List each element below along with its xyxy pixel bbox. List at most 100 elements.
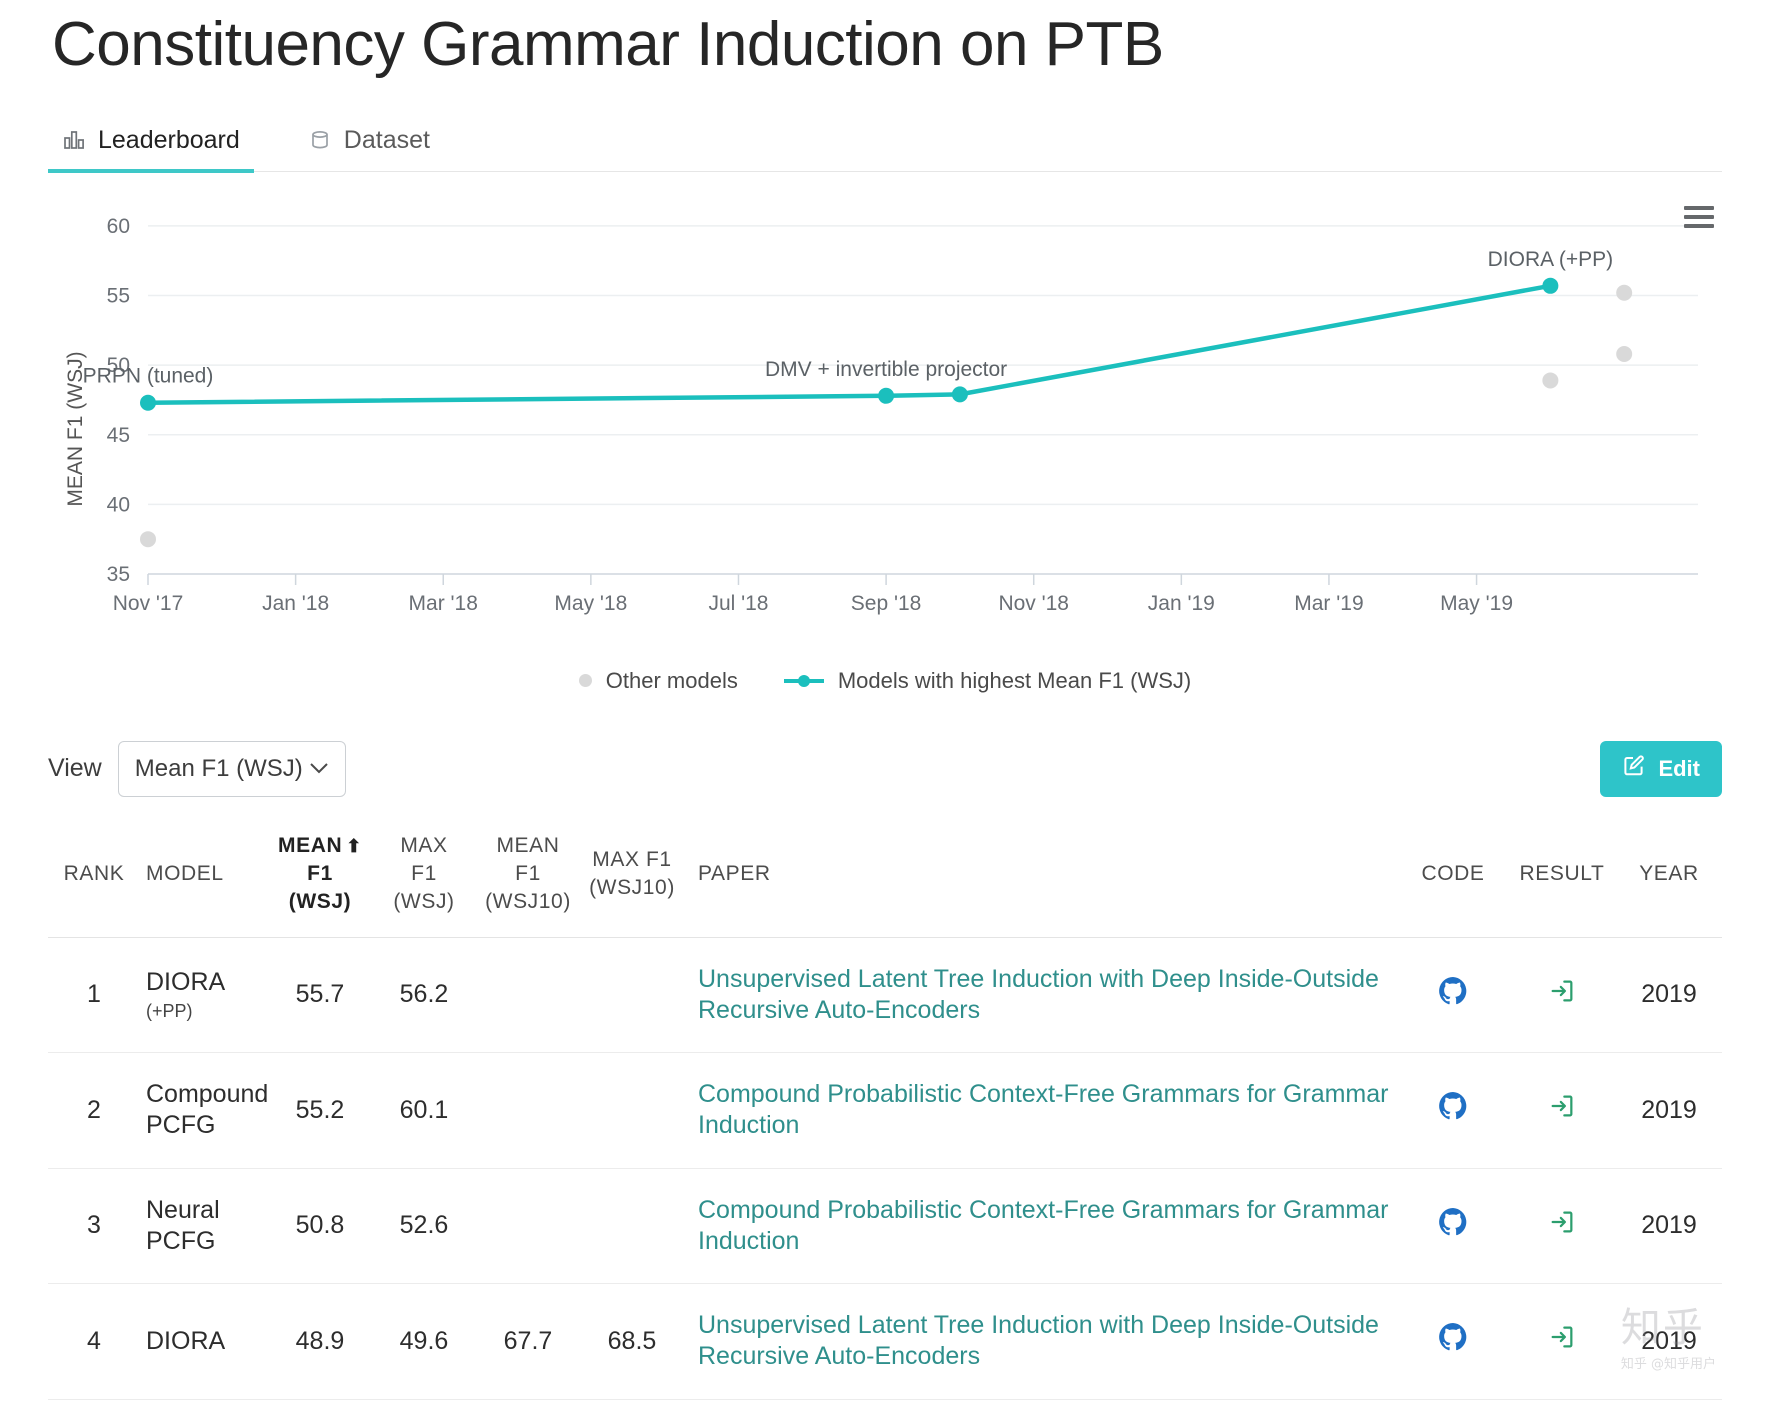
col-header-model[interactable]: MODEL (140, 817, 268, 938)
svg-text:60: 60 (107, 214, 130, 237)
sort-arrow-up-icon: ⬆ (346, 835, 362, 856)
col-header-result[interactable]: RESULT (1508, 817, 1616, 938)
github-icon[interactable] (1438, 976, 1468, 1012)
col-label-code: CODE (1421, 861, 1485, 885)
view-select[interactable]: Mean F1 (WSJ) (117, 740, 346, 797)
table-row: 3 Neural PCFG 50.8 52.6 Compound Probabilist… (48, 1168, 1722, 1285)
svg-text:45: 45 (107, 423, 130, 446)
cell-rank: 2 (48, 1052, 140, 1169)
chart-legend: Other models Models with highest Mean F1… (48, 668, 1722, 694)
cell-max-f1-wsj10: 68.5 (580, 1283, 684, 1400)
col-header-mean-f1-wsj10[interactable]: MEAN F1 (WSJ10) (476, 817, 580, 938)
legend-line-icon (783, 674, 824, 688)
cell-result (1508, 1052, 1616, 1169)
col-label-year: YEAR (1639, 861, 1699, 885)
paper-link[interactable]: Unsupervised Latent Tree Induction with … (698, 965, 1379, 1024)
result-arrow-icon[interactable] (1548, 1211, 1576, 1242)
model-subtitle: (+PP) (146, 1001, 193, 1022)
leaderboard-chart: MEAN F1 (WSJ) 35 40 45 50 55 60 Nov '17 Jan '1… (48, 194, 1722, 664)
cell-paper: Compound Probabilistic Context-Free Gram… (684, 1052, 1398, 1169)
tab-dataset[interactable]: Dataset (294, 126, 444, 171)
cell-max-f1-wsj10 (580, 1168, 684, 1285)
table-row: 1 DIORA (+PP) 55.7 56.2 Unsupervised Latent T… (48, 937, 1722, 1054)
cell-year: 2019 (1616, 1168, 1722, 1285)
cell-paper: Compound Probabilistic Context-Free Gram… (684, 1168, 1398, 1285)
cell-mean-f1-wsj: 55.7 (268, 937, 372, 1054)
cell-model: DIORA (+PP) (140, 937, 268, 1054)
svg-text:Jul '18: Jul '18 (708, 592, 768, 615)
cell-rank: 1 (48, 937, 140, 1054)
col-header-year[interactable]: YEAR (1616, 817, 1722, 938)
view-select-value: Mean F1 (WSJ) (134, 754, 303, 782)
github-icon[interactable] (1438, 1323, 1468, 1358)
page-title: Constituency Grammar Induction on PTB (52, 10, 1164, 79)
chart-svg: MEAN F1 (WSJ) 354045505560 Nov '17 Jan '1… (64, 214, 1698, 615)
svg-text:May '18: May '18 (554, 592, 627, 615)
cell-result (1508, 1168, 1616, 1285)
cell-max-f1-wsj10 (580, 1052, 684, 1169)
database-icon (308, 128, 332, 152)
paper-link[interactable]: Compound Probabilistic Context-Free Gram… (698, 1196, 1388, 1255)
model-name: Neural PCFG (146, 1195, 220, 1255)
svg-text:Jan '19: Jan '19 (1148, 592, 1215, 615)
cell-max-f1-wsj: 52.6 (372, 1168, 476, 1285)
cell-rank: 3 (48, 1168, 140, 1285)
result-arrow-icon[interactable] (1548, 1095, 1576, 1126)
cell-paper: Unsupervised Latent Tree Induction with … (684, 1283, 1398, 1400)
table-row: 2 Compound PCFG 55.2 60.1 Compound Probabili… (48, 1052, 1722, 1169)
svg-text:Nov '18: Nov '18 (998, 592, 1069, 615)
github-icon[interactable] (1438, 1207, 1468, 1243)
cell-mean-f1-wsj10 (476, 937, 580, 1054)
svg-text:Sep '18: Sep '18 (851, 592, 922, 615)
view-label: View (48, 754, 102, 782)
col-header-paper[interactable]: PAPER (684, 817, 1398, 938)
cell-code (1398, 1052, 1508, 1169)
legend-item-highest-f1[interactable]: Models with highest Mean F1 (WSJ) (783, 668, 1191, 694)
col-header-mean-f1-wsj[interactable]: MEAN ⬆ F1 (WSJ) (268, 817, 372, 938)
col-header-rank[interactable]: RANK (48, 817, 140, 938)
github-icon[interactable] (1438, 1092, 1468, 1127)
model-name: DIORA (146, 1326, 226, 1355)
svg-text:55: 55 (107, 284, 130, 307)
svg-text:May '19: May '19 (1440, 592, 1513, 615)
cell-model: Neural PCFG (140, 1168, 268, 1285)
chevron-down-icon (309, 759, 329, 779)
svg-text:DMV + invertible projector: DMV + invertible projector (765, 357, 1007, 380)
svg-text:Jan '18: Jan '18 (262, 592, 329, 615)
col-header-code[interactable]: CODE (1398, 817, 1508, 938)
result-arrow-icon[interactable] (1548, 1326, 1576, 1357)
col-header-max-f1-wsj[interactable]: MAX F1 (WSJ) (372, 817, 476, 938)
cell-mean-f1-wsj: 55.2 (268, 1052, 372, 1169)
result-arrow-icon[interactable] (1548, 980, 1576, 1011)
edit-button[interactable]: Edit (1600, 740, 1722, 797)
col-label-max-f1-wsj10: MAX F1 (WSJ10) (589, 847, 675, 900)
col-label-result: RESULT (1519, 861, 1605, 885)
other-models-points (140, 284, 1633, 547)
table-body: 1 DIORA (+PP) 55.7 56.2 Unsupervised Latent T… (48, 937, 1722, 1400)
hamburger-menu-icon[interactable] (1684, 205, 1714, 228)
highest-f1-points (140, 277, 1559, 411)
highest-f1-line (145, 283, 1553, 405)
cell-paper: Unsupervised Latent Tree Induction with … (684, 937, 1398, 1054)
tab-leaderboard-label: Leaderboard (98, 125, 240, 154)
tab-leaderboard[interactable]: Leaderboard (48, 125, 254, 173)
cell-year: 2019 (1616, 1052, 1722, 1169)
legend-dot-icon (578, 674, 592, 687)
col-label-model: MODEL (146, 861, 224, 885)
col-header-max-f1-wsj10[interactable]: MAX F1 (WSJ10) (580, 817, 684, 938)
bar-chart-icon (62, 128, 86, 152)
paper-link[interactable]: Compound Probabilistic Context-Free Gram… (698, 1080, 1388, 1139)
cell-max-f1-wsj10 (580, 937, 684, 1054)
leaderboard-table: RANK MODEL MEAN ⬆ F1 (WSJ) MAX F1 (WSJ) MEAN F… (48, 817, 1722, 1400)
cell-mean-f1-wsj: 48.9 (268, 1283, 372, 1400)
table-head: RANK MODEL MEAN ⬆ F1 (WSJ) MAX F1 (WSJ) MEAN F… (48, 817, 1722, 938)
legend-item-other-models[interactable]: Other models (578, 668, 738, 694)
paper-link[interactable]: Unsupervised Latent Tree Induction with … (698, 1311, 1379, 1370)
cell-mean-f1-wsj10 (476, 1168, 580, 1285)
cell-result (1508, 937, 1616, 1054)
cell-rank: 4 (48, 1283, 140, 1400)
table-header-row: RANK MODEL MEAN ⬆ F1 (WSJ) MAX F1 (WSJ) MEAN F… (48, 817, 1722, 938)
col-label-mean-f1-wsj10: MEAN F1 (WSJ10) (485, 833, 571, 914)
tab-bar: Leaderboard Dataset (48, 112, 1722, 173)
cell-code (1398, 1168, 1508, 1285)
